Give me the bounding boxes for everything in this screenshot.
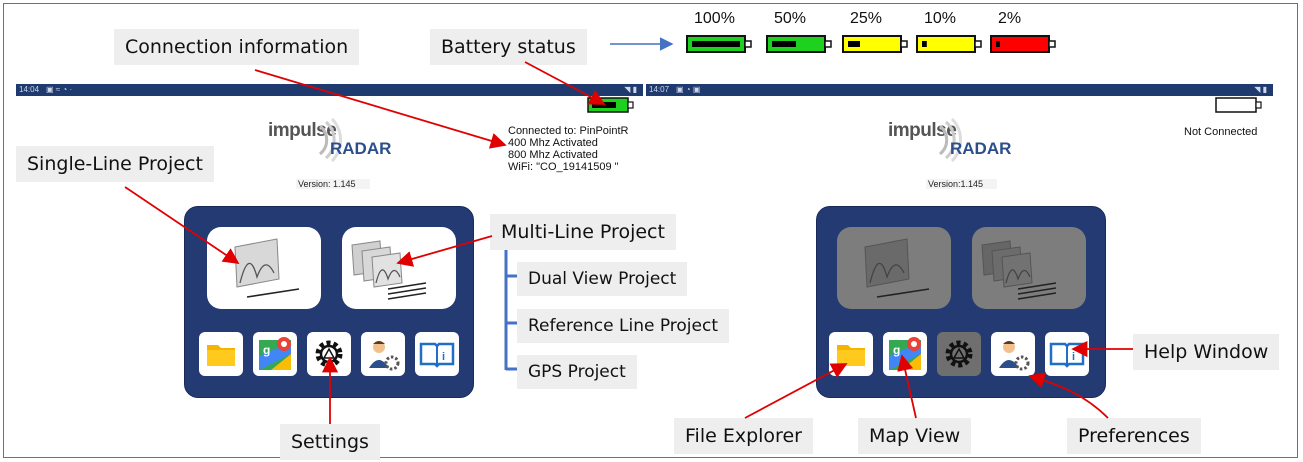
logo-radar-text: RADAR [330,139,392,158]
svg-text:i: i [442,351,445,363]
map-view-button[interactable]: g [883,332,927,376]
connection-line: Connected to: PinPointR [508,125,629,137]
battery-legend-label: 10% [924,10,957,27]
callout-gps-project: GPS Project [517,355,637,389]
map-view-button[interactable]: g [253,332,297,376]
callout-reference-line-project: Reference Line Project [517,309,730,343]
multi-line-radargram-icon [351,240,427,300]
signal-icons: ◥ ▮ [1254,85,1267,94]
help-window-button[interactable]: i [1045,332,1089,376]
preferences-button[interactable] [361,332,405,376]
battery-legend-label: 25% [850,10,883,27]
connection-line: WiFi: "CO_19141509 " [508,161,619,173]
map-icon: g [259,337,291,370]
file-explorer-button[interactable] [199,332,243,376]
callout-connection-information: Connection information [114,29,360,65]
preferences-user-icon [369,341,400,371]
battery-legend-icon [990,35,1056,53]
settings-button[interactable] [307,332,351,376]
battery-legend-label: 2% [998,10,1022,27]
impulse-radar-logo: impulse RADAR [268,118,398,164]
right-project-panel: g i [816,206,1106,398]
battery-legend-icon [842,35,908,53]
svg-text:g: g [893,343,900,357]
logo-radar-text: RADAR [950,139,1012,158]
left-battery-indicator [587,97,634,113]
callout-battery-status: Battery status [430,29,587,65]
right-version-label: Version:1.145 [926,179,998,189]
callout-multi-line-project: Multi-Line Project [490,214,676,250]
battery-legend-icon [916,35,982,53]
left-connection-info: Connected to: PinPointR 400 Mhz Activate… [508,125,628,173]
right-connection-status: Not Connected [1184,126,1258,138]
status-icons: ▣ ◔ ▣ [676,85,701,94]
folder-icon [837,345,865,366]
single-line-project-button[interactable] [207,227,321,309]
right-status-time: 14:07 [649,85,670,94]
callout-file-explorer: File Explorer [674,418,813,454]
battery-legend-icon [766,35,832,53]
folder-icon [207,345,235,366]
settings-gear-icon [315,340,343,368]
multi-line-project-button[interactable] [342,227,456,309]
left-status-time: 14:04 [19,85,40,94]
map-icon: g [889,337,921,370]
multi-line-radargram-icon [981,240,1057,300]
file-explorer-button[interactable] [829,332,873,376]
help-window-button[interactable]: i [415,332,459,376]
battery-legend-label: 100% [694,10,735,27]
right-battery-indicator [1215,97,1262,113]
left-project-panel: g i [184,206,474,398]
svg-text:i: i [1072,351,1075,363]
help-book-icon: i [419,342,455,368]
connection-line: 800 Mhz Activated [508,149,598,161]
single-line-radargram-icon [864,238,930,298]
callout-preferences: Preferences [1067,418,1201,454]
left-version-label: Version: 1.145 [296,179,370,189]
single-line-radargram-icon [234,238,300,298]
svg-text:g: g [263,343,270,357]
callout-dual-view-project: Dual View Project [517,262,688,296]
help-book-icon: i [1049,342,1085,368]
battery-legend-icon [686,35,752,53]
callout-single-line-project: Single-Line Project [16,146,214,182]
settings-gear-icon [945,340,973,368]
multi-line-project-button-disabled[interactable] [972,227,1086,309]
preferences-button[interactable] [991,332,1035,376]
callout-settings: Settings [280,424,380,460]
single-line-project-button-disabled[interactable] [837,227,951,309]
signal-icons: ◥ ▮ [624,85,637,94]
preferences-user-icon [999,341,1030,371]
callout-help-window: Help Window [1133,334,1280,370]
right-status-bar: 14:07 ▣ ◔ ▣ ◥ ▮ [646,84,1273,96]
battery-legend-label: 50% [774,10,807,27]
callout-map-view: Map View [858,418,972,454]
impulse-radar-logo: impulse RADAR [888,118,1018,164]
settings-button-disabled[interactable] [937,332,981,376]
left-status-bar: 14:04 ▣ ≈ ◔ · ◥ ▮ [16,84,643,96]
status-icons: ▣ ≈ ◔ · [46,85,73,94]
connection-line: 400 Mhz Activated [508,137,598,149]
